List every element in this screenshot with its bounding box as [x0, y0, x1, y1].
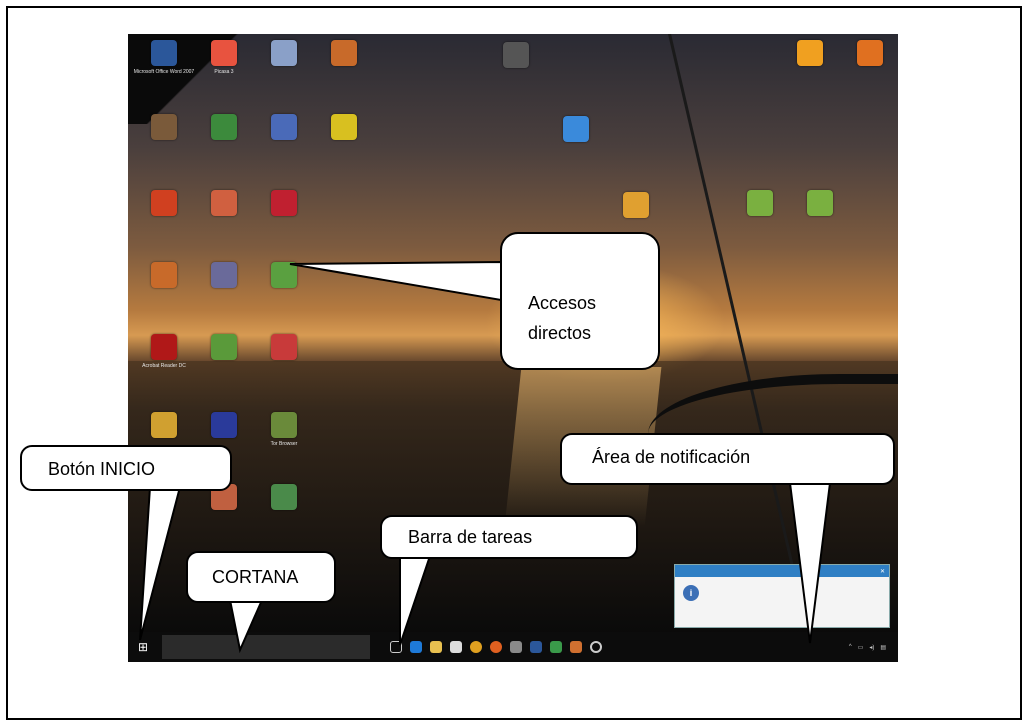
desktop-shortcut[interactable]	[252, 334, 316, 394]
callout-area-text: Área de notificación	[592, 447, 751, 467]
word-icon[interactable]	[530, 641, 542, 653]
message-icon[interactable]: ▤	[880, 644, 886, 651]
shortcut-icon	[211, 114, 237, 140]
shortcut-icon	[151, 40, 177, 66]
chevron-up-icon[interactable]: ^	[849, 644, 852, 650]
shortcut-icon	[211, 262, 237, 288]
folder-icon[interactable]	[430, 641, 442, 653]
windows-logo-icon: ⊞	[137, 640, 149, 654]
desktop-shortcut[interactable]	[132, 114, 196, 174]
shortcut-icon	[857, 40, 883, 66]
info-icon: i	[683, 585, 699, 601]
shortcut-icon	[151, 334, 177, 360]
desktop-shortcut[interactable]: Picasa 3	[192, 40, 256, 100]
shortcut-icon	[331, 40, 357, 66]
callout-cortana: CORTANA	[186, 551, 336, 603]
shortcut-icon	[271, 484, 297, 510]
callout-inicio-text: Botón INICIO	[48, 459, 156, 479]
callout-accesos-text: Accesos directos	[528, 293, 597, 343]
shortcut-label: Acrobat Reader DC	[142, 363, 186, 369]
desktop-shortcut[interactable]	[192, 114, 256, 174]
notification-toast[interactable]: ✕ i	[674, 564, 890, 628]
store-icon[interactable]	[450, 641, 462, 653]
desktop-shortcut[interactable]	[838, 40, 898, 100]
shortcut-icon	[211, 412, 237, 438]
cortana-search-box[interactable]	[162, 635, 370, 659]
shortcut-icon	[331, 114, 357, 140]
desktop-shortcut[interactable]	[728, 190, 792, 250]
task-view-icon[interactable]	[390, 641, 402, 653]
callout-barra-de-tareas: Barra de tareas	[380, 515, 638, 559]
shortcut-icon	[563, 116, 589, 142]
shortcut-icon	[807, 190, 833, 216]
shortcut-label: Tor Browser	[270, 441, 298, 447]
notification-area: ^ ▭ ◂) ▤	[849, 632, 892, 662]
desktop-shortcut[interactable]	[192, 262, 256, 322]
edge-icon[interactable]	[410, 641, 422, 653]
shortcut-icon	[623, 192, 649, 218]
shortcut-icon	[211, 334, 237, 360]
desktop-shortcut[interactable]	[778, 40, 842, 100]
start-button[interactable]: ⊞	[128, 632, 158, 662]
shortcut-icon	[151, 114, 177, 140]
desktop-shortcut[interactable]	[788, 190, 852, 250]
shortcut-icon	[271, 262, 297, 288]
taskbar: ⊞ ^ ▭ ◂) ▤	[128, 632, 898, 662]
callout-accesos-directos: Accesos directos	[500, 232, 660, 370]
settings-icon[interactable]	[590, 641, 602, 653]
shortcut-icon	[211, 190, 237, 216]
app-icon[interactable]	[510, 641, 522, 653]
desktop-shortcut[interactable]	[132, 190, 196, 250]
network-icon[interactable]: ▭	[858, 644, 864, 651]
desktop-shortcut[interactable]	[252, 190, 316, 250]
volume-icon[interactable]: ◂)	[869, 644, 874, 651]
desktop-shortcut[interactable]	[312, 114, 376, 174]
desktop-shortcut[interactable]: Microsoft Office Word 2007	[132, 40, 196, 100]
firefox-icon[interactable]	[490, 641, 502, 653]
shortcut-icon	[503, 42, 529, 68]
close-icon[interactable]: ✕	[880, 568, 885, 575]
desktop-shortcut[interactable]	[252, 114, 316, 174]
desktop-shortcut[interactable]	[252, 484, 316, 544]
desktop-shortcut[interactable]: Acrobat Reader DC	[132, 334, 196, 394]
shortcut-icon	[151, 412, 177, 438]
app-icon[interactable]	[570, 641, 582, 653]
toast-header: ✕	[675, 565, 889, 577]
shortcut-icon	[151, 190, 177, 216]
taskbar-pinned-apps	[390, 641, 602, 653]
desktop-shortcut[interactable]	[544, 116, 608, 176]
desktop-shortcut[interactable]	[192, 334, 256, 394]
shortcut-label: Microsoft Office Word 2007	[133, 69, 195, 75]
desktop-shortcut[interactable]	[252, 262, 316, 322]
callout-boton-inicio: Botón INICIO	[20, 445, 232, 491]
desktop-shortcut[interactable]	[484, 42, 548, 102]
callout-area-notificacion: Área de notificación	[560, 433, 895, 485]
shortcut-icon	[747, 190, 773, 216]
shortcut-icon	[797, 40, 823, 66]
desktop-shortcut[interactable]	[192, 190, 256, 250]
shortcut-icon	[211, 40, 237, 66]
callout-cortana-text: CORTANA	[212, 567, 299, 587]
desktop-shortcut[interactable]	[132, 262, 196, 322]
shortcut-icon	[271, 190, 297, 216]
shortcut-label: Picasa 3	[214, 69, 234, 75]
shortcut-icon	[271, 412, 297, 438]
shortcut-icon	[151, 262, 177, 288]
callout-barra-text: Barra de tareas	[408, 527, 533, 547]
desktop-shortcut[interactable]	[312, 40, 376, 100]
chrome-icon[interactable]	[470, 641, 482, 653]
desktop-shortcut[interactable]	[192, 484, 256, 544]
desktop-shortcut[interactable]	[252, 40, 316, 100]
shortcut-icon	[271, 40, 297, 66]
app-icon[interactable]	[550, 641, 562, 653]
desktop-shortcut[interactable]: Tor Browser	[252, 412, 316, 472]
shortcut-icon	[271, 114, 297, 140]
shortcut-icon	[271, 334, 297, 360]
